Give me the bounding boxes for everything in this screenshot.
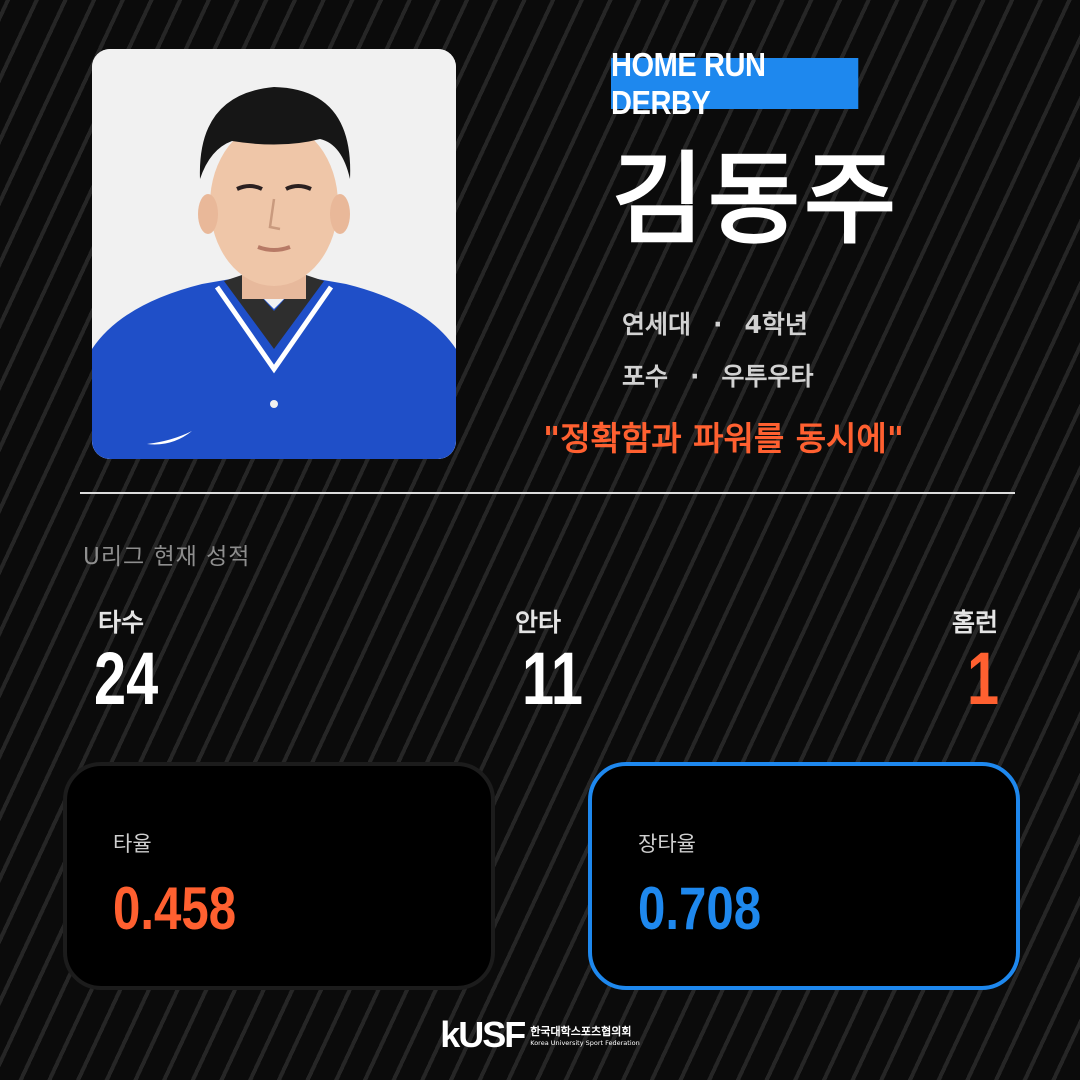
slugging-card: 장타율 0.708 [588,762,1020,990]
school-grade-line: 연세대 · 4학년 [622,305,808,341]
grade: 4학년 [744,310,808,339]
batting-average-card: 타율 0.458 [63,762,495,990]
hits-value: 11 [522,637,584,720]
home-run-derby-badge: HOME RUN DERBY [611,46,859,121]
player-motto: "정확함과 파워를 동시에" [543,419,904,458]
slugging-label: 장타율 [638,832,696,856]
org-name-english: Korea University Sport Federation [530,1039,640,1047]
home-runs-label: 홈런 [952,608,999,637]
player-name: 김동주 [612,141,900,258]
footer-logo: kUSF 한국대학스포츠협의회 Korea University Sport F… [0,1005,1080,1065]
school-name: 연세대 [622,310,692,339]
info-separator: · [713,310,723,339]
at-bats-label: 타수 [98,608,145,637]
bats-throws: 우투우타 [721,362,814,391]
kusf-logo-icon: kUSF [440,1014,526,1055]
at-bats-value: 24 [94,637,159,720]
stats-section-title: U리그 현재 성적 [83,544,251,570]
slugging-value: 0.708 [638,875,762,942]
position: 포수 [622,362,669,391]
position-line: 포수 · 우투우타 [622,357,814,393]
org-name-korean: 한국대학스포츠협의회 [530,1025,632,1038]
section-divider [80,492,1015,494]
batting-average-value: 0.458 [113,875,237,942]
player-photo [92,49,456,459]
batting-average-label: 타율 [113,832,152,856]
home-runs-value: 1 [967,637,1000,720]
hits-label: 안타 [515,608,562,637]
org-name: 한국대학스포츠협의회 Korea University Sport Federa… [530,1023,639,1047]
info-separator: · [690,362,700,391]
